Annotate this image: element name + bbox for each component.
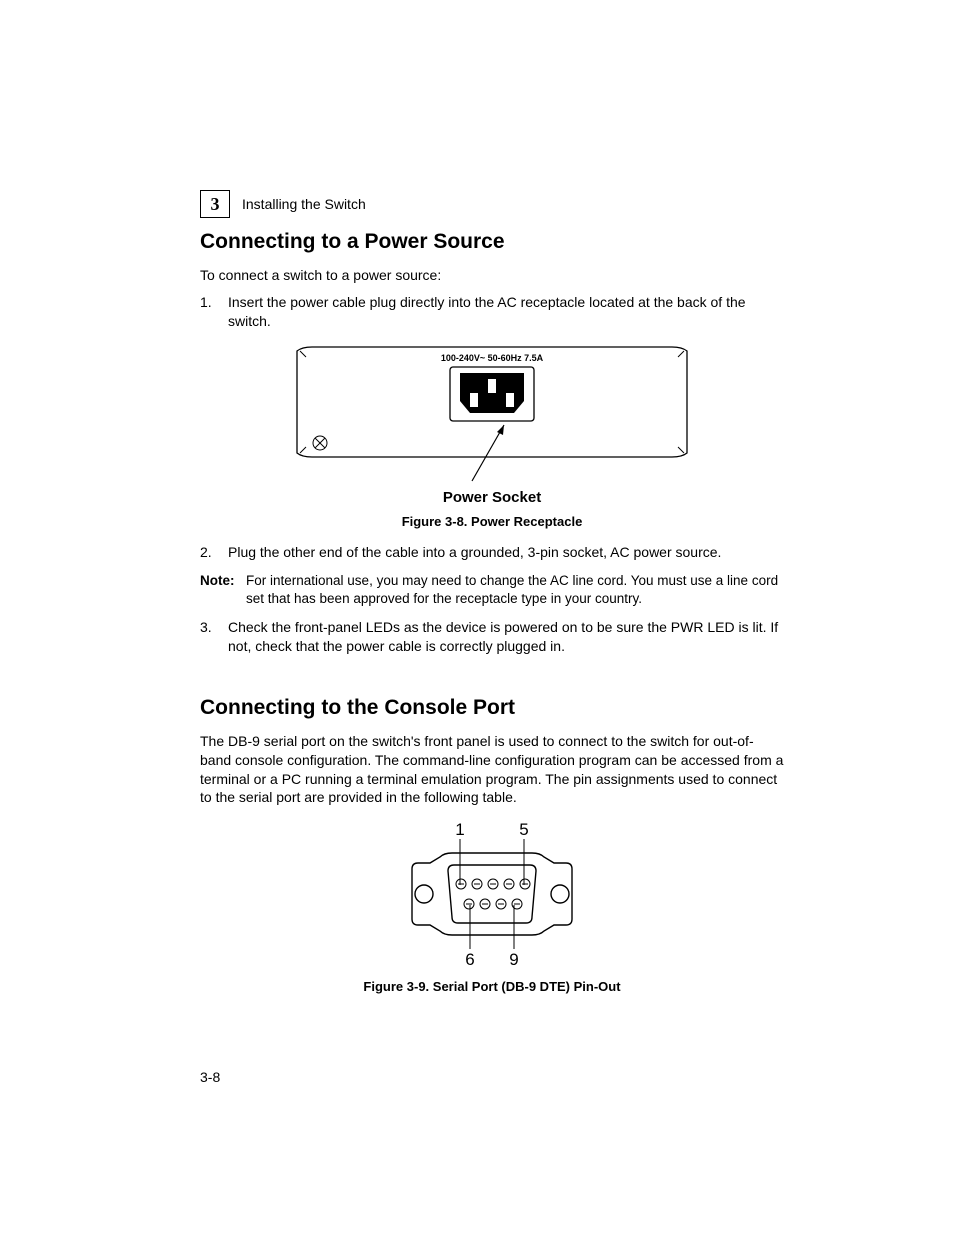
- step-number: 1.: [200, 293, 228, 331]
- step-text: Check the front-panel LEDs as the device…: [228, 618, 784, 656]
- step-2: 2. Plug the other end of the cable into …: [200, 543, 784, 562]
- step-text: Plug the other end of the cable into a g…: [228, 543, 784, 562]
- power-rating-text: 100-240V~ 50-60Hz 7.5A: [441, 353, 544, 363]
- step-number: 3.: [200, 618, 228, 656]
- chapter-number-box: 3: [200, 190, 230, 218]
- note-text: For international use, you may need to c…: [246, 572, 784, 608]
- figure-3-8-caption: Figure 3-8. Power Receptacle: [200, 514, 784, 529]
- pin-label-9: 9: [509, 950, 518, 969]
- note: Note: For international use, you may nee…: [200, 572, 784, 608]
- figure-3-9: 1 5 6 9: [200, 819, 784, 994]
- chapter-number: 3: [211, 194, 220, 215]
- step-1: 1. Insert the power cable plug directly …: [200, 293, 784, 331]
- running-title: Installing the Switch: [242, 196, 366, 212]
- step-3: 3. Check the front-panel LEDs as the dev…: [200, 618, 784, 656]
- pin-label-1: 1: [455, 820, 464, 839]
- figure-3-8: 100-240V~ 50-60Hz 7.5A Power Socket Figu…: [200, 343, 784, 529]
- figure-3-9-caption: Figure 3-9. Serial Port (DB-9 DTE) Pin-O…: [200, 979, 784, 994]
- pin-label-5: 5: [519, 820, 528, 839]
- section-2-intro: The DB-9 serial port on the switch's fro…: [200, 732, 784, 808]
- db9-port-icon: 1 5 6 9: [382, 819, 602, 969]
- step-text: Insert the power cable plug directly int…: [228, 293, 784, 331]
- power-receptacle-icon: 100-240V~ 50-60Hz 7.5A: [292, 343, 692, 483]
- figure-3-8-sublabel: Power Socket: [200, 489, 784, 506]
- pin-label-6: 6: [465, 950, 474, 969]
- section-1-steps-cont2: 3. Check the front-panel LEDs as the dev…: [200, 618, 784, 656]
- page-number: 3-8: [200, 1069, 220, 1085]
- running-head: 3 Installing the Switch: [200, 190, 366, 218]
- step-number: 2.: [200, 543, 228, 562]
- page-content: Connecting to a Power Source To connect …: [200, 230, 784, 994]
- section-1-steps: 1. Insert the power cable plug directly …: [200, 293, 784, 331]
- page: 3 Installing the Switch Connecting to a …: [0, 0, 954, 1235]
- note-label: Note:: [200, 572, 246, 608]
- section-1-intro: To connect a switch to a power source:: [200, 266, 784, 285]
- section-1-steps-cont: 2. Plug the other end of the cable into …: [200, 543, 784, 562]
- section-2-title: Connecting to the Console Port: [200, 696, 784, 720]
- section-1-title: Connecting to a Power Source: [200, 230, 784, 254]
